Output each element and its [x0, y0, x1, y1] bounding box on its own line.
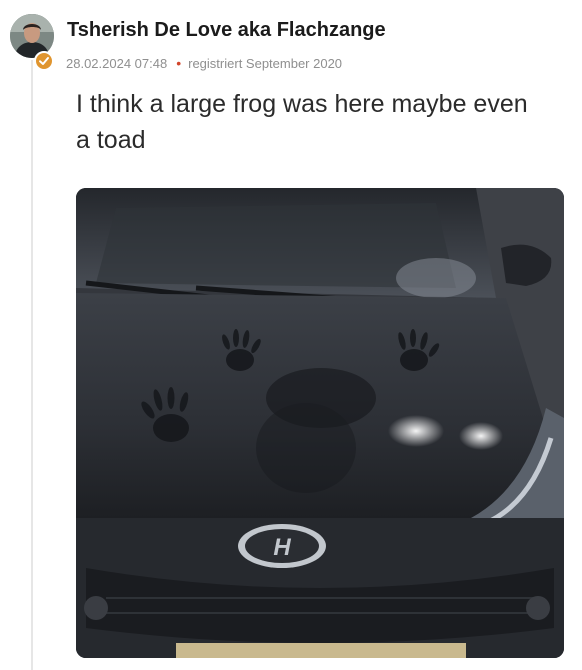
post-image[interactable]: H: [76, 188, 564, 658]
registration-date: registriert September 2020: [188, 55, 343, 71]
author-name[interactable]: Tsherish De Love aka Flachzange: [67, 19, 386, 42]
car-logo: H: [273, 534, 291, 561]
thread-line: [31, 60, 33, 670]
car-hood-photo: H: [76, 188, 564, 658]
meta-separator: •: [176, 55, 182, 71]
post-timestamp[interactable]: 28.02.2024 07:48: [66, 56, 167, 71]
post-meta: 28.02.2024 07:48 • registriert September…: [66, 55, 342, 71]
verified-badge-icon: [34, 51, 54, 71]
post-text: I think a large frog was here maybe even…: [76, 90, 528, 154]
